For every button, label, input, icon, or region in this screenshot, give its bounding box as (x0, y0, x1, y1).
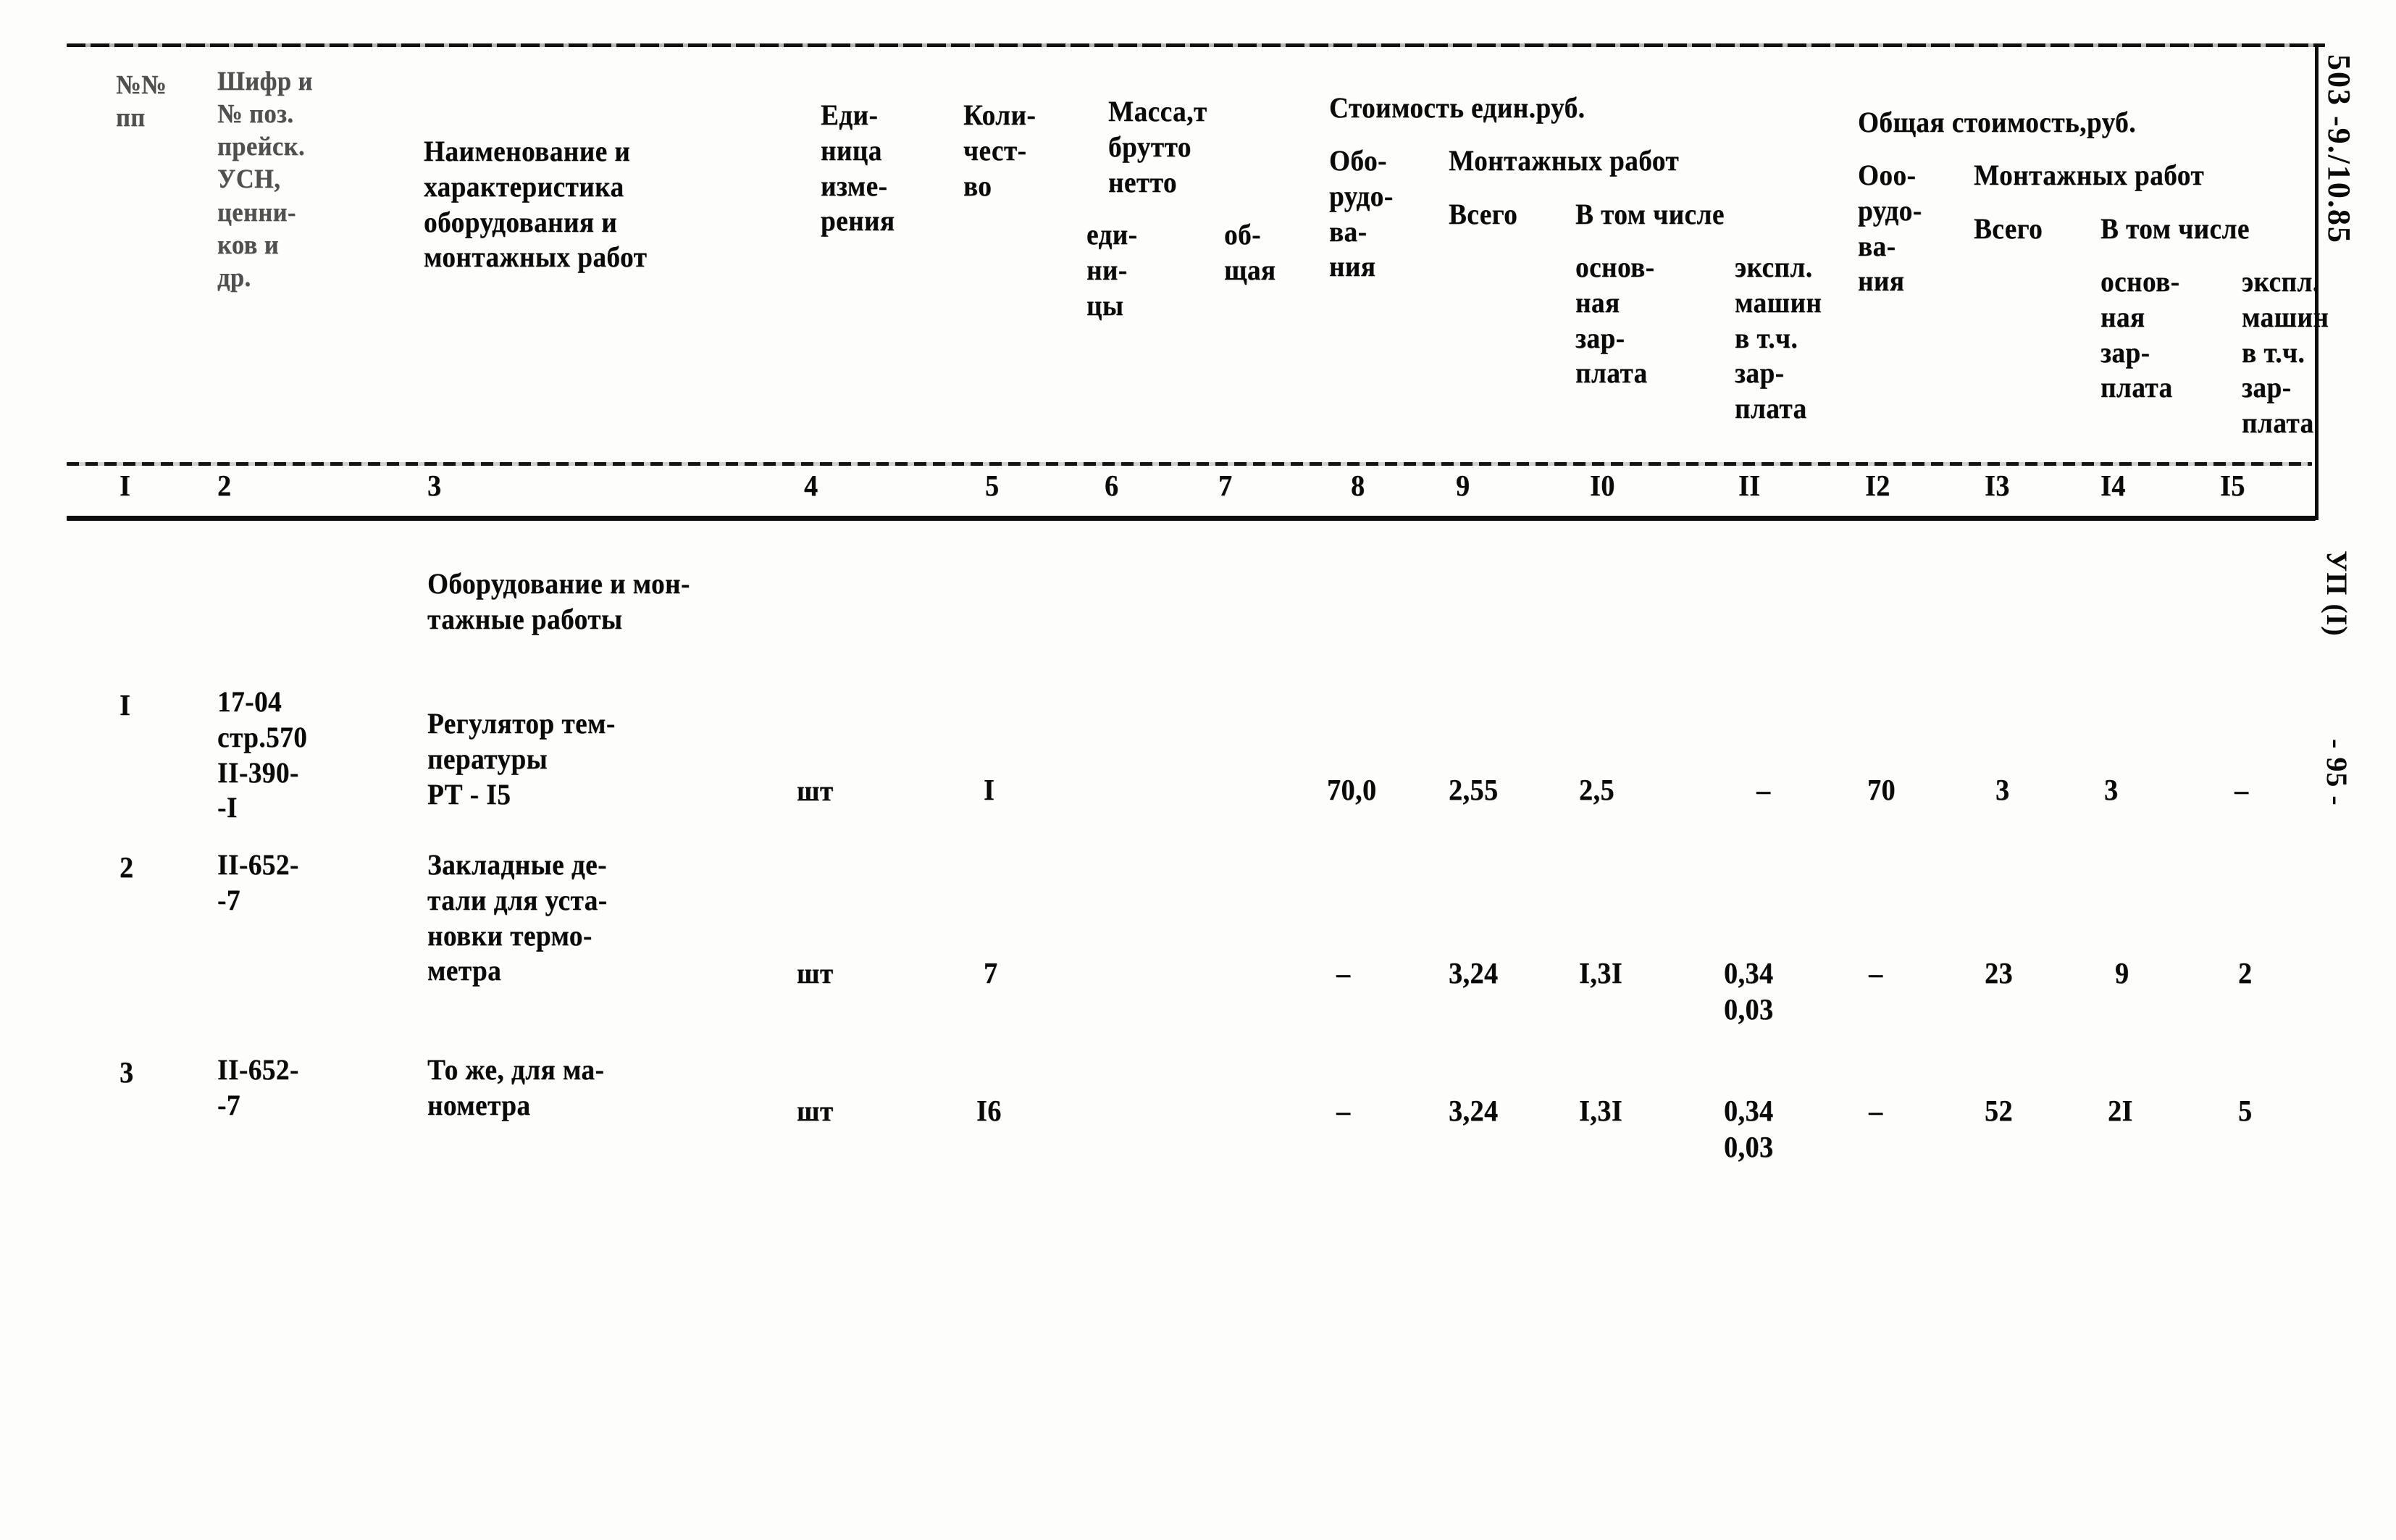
header-col-8: Обо- рудо- ва- ния (1329, 144, 1394, 283)
header-col-6: еди- ни- цы (1086, 218, 1138, 322)
header-col-13: Всего (1974, 212, 2043, 245)
table-row: II-652- -7 (217, 848, 299, 916)
header-col-5: Коли- чест- во (963, 99, 1036, 202)
header-bottom-rule (67, 462, 2312, 466)
table-row: шт (797, 957, 834, 989)
table-row: 9 (2115, 956, 2129, 989)
colnum-1: I (120, 469, 131, 502)
colnum-6: 6 (1105, 469, 1119, 502)
table-row: 52 (1985, 1094, 2014, 1127)
colnum-7: 7 (1218, 469, 1233, 502)
section-title: Оборудование и мон- тажные работы (427, 567, 690, 635)
table-row: 0,34 0,03 (1724, 956, 1774, 1026)
header-col-12: Ооо- рудо- ва- ния (1858, 159, 1922, 298)
table-row: 5 (2238, 1094, 2253, 1127)
table-row: I,3I (1579, 956, 1623, 989)
colnum-4: 4 (804, 469, 818, 502)
header-in-which-1: В том числе (1575, 198, 1725, 230)
table-row: I,3I (1579, 1094, 1623, 1127)
table-top-rule (67, 43, 2325, 47)
table-row: 2 (2238, 956, 2253, 989)
colnum-5: 5 (985, 469, 1000, 502)
table-row: 7 (984, 956, 998, 989)
table-row: – (1869, 956, 1883, 989)
table-row: – (1869, 1094, 1883, 1127)
table-row: 3 (1995, 773, 2010, 806)
table-row: 70,0 (1327, 773, 1377, 806)
header-col-2: Шифр и № поз. прейск. УСН, ценни- ков и … (217, 67, 313, 293)
colnum-10: I0 (1590, 469, 1615, 502)
table-row: – (2234, 773, 2249, 806)
colnum-13: I3 (1985, 469, 2010, 502)
table-row: 3 (120, 1055, 134, 1089)
header-col-15: экспл. машин в т.ч. зар- плата (2242, 265, 2329, 440)
table-row: 70 (1867, 773, 1896, 806)
header-col-4: Еди- ница изме- рения (821, 99, 895, 238)
table-row: II-652- -7 (217, 1053, 299, 1121)
header-col-3: Наименование и характеристика оборудован… (424, 135, 648, 274)
page-number: - 95 - (2321, 739, 2353, 806)
header-col-10: основ- ная зар- плата (1575, 251, 1655, 390)
header-col-14: основ- ная зар- плата (2100, 265, 2180, 404)
colnum-8: 8 (1351, 469, 1365, 502)
colnum-2: 2 (217, 469, 232, 502)
colnum-12: I2 (1865, 469, 1890, 502)
scanned-document-page: №№ пп Шифр и № поз. прейск. УСН, ценни- … (0, 0, 2396, 1540)
header-total-cost-group: Общая стоимость,руб. (1858, 106, 2137, 138)
table-row: То же, для ма- нометра (427, 1053, 605, 1121)
table-row: 23 (1985, 956, 2014, 989)
table-row: 3,24 (1449, 956, 1499, 989)
header-col-7: об- щая (1224, 218, 1276, 286)
colnum-9: 9 (1456, 469, 1470, 502)
header-mount-group-2: Монтажных работ (1974, 159, 2205, 191)
header-mass-group: Масса,т брутто нетто (1108, 95, 1207, 198)
header-col-11: экспл. машин в т.ч. зар- плата (1735, 251, 1822, 425)
colnum-15: I5 (2220, 469, 2245, 502)
table-row: – (1756, 773, 1771, 806)
table-row: 2,5 (1579, 773, 1615, 806)
table-row: шт (797, 1095, 834, 1127)
table-row: 3,24 (1449, 1094, 1499, 1127)
column-numbers-bottom-rule (67, 516, 2316, 521)
table-row: 2,55 (1449, 773, 1499, 806)
table-row: Регулятор тем- пературы РТ - I5 (427, 707, 616, 811)
colnum-3: 3 (427, 469, 442, 502)
table-row: 0,34 0,03 (1724, 1094, 1774, 1164)
table-row: шт (797, 774, 834, 807)
table-row: 2 (120, 850, 134, 884)
margin-section-marker: УП (I) (2321, 551, 2353, 637)
header-col-1: №№ пп (116, 70, 167, 133)
table-row: Закладные де- тали для уста- новки термо… (427, 848, 608, 987)
header-unit-cost-group: Стоимость един.руб. (1329, 91, 1586, 124)
header-mount-group-1: Монтажных работ (1449, 144, 1680, 177)
table-row: I (984, 773, 995, 806)
table-row: I (120, 688, 131, 721)
colnum-14: I4 (2100, 469, 2126, 502)
table-row: 3 (2104, 773, 2119, 806)
colnum-11: II (1738, 469, 1761, 502)
table-row: I6 (976, 1094, 1002, 1127)
header-in-which-2: В том числе (2100, 212, 2250, 245)
header-col-9: Всего (1449, 198, 1518, 230)
table-row: 2I (2108, 1094, 2133, 1127)
table-row: – (1336, 1094, 1351, 1127)
table-row: – (1336, 956, 1351, 989)
table-row: 17-04 стр.570 II-390- -I (217, 685, 308, 824)
margin-document-code: 503 -9./10.85 (2321, 54, 2357, 244)
